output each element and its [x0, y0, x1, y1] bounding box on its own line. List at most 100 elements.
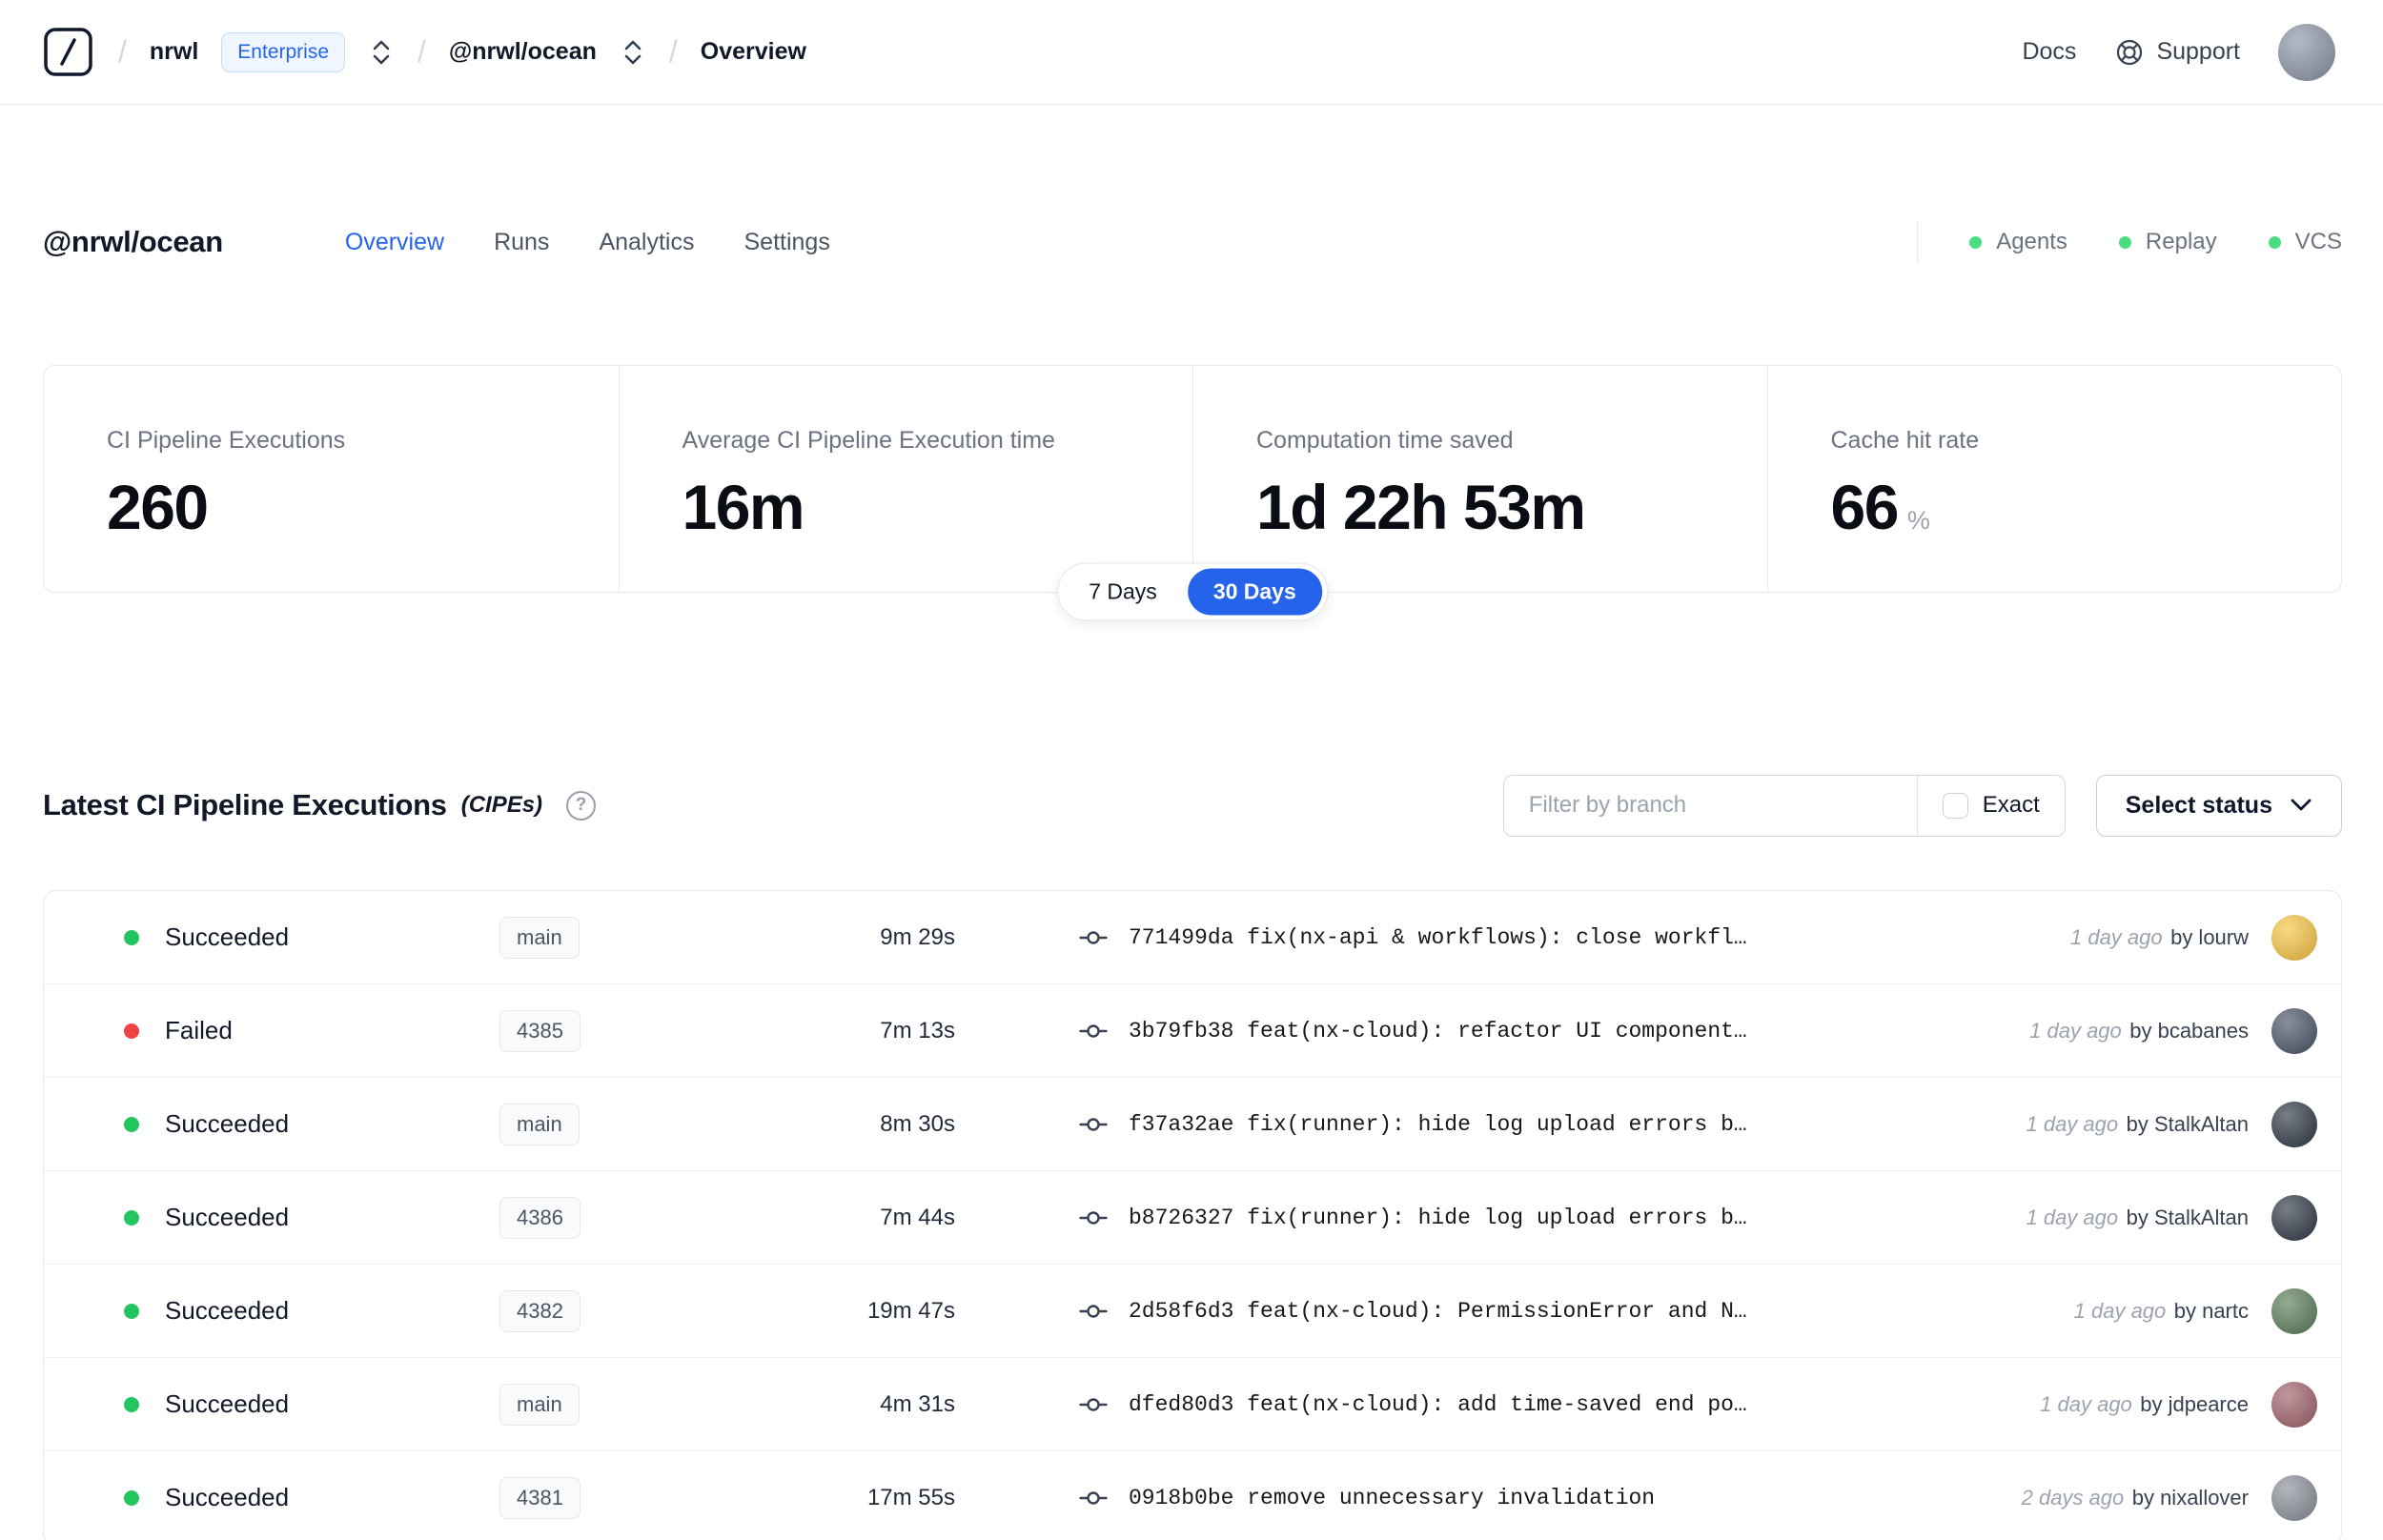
tab-runs[interactable]: Runs: [494, 229, 549, 256]
row-author: by lourw: [2170, 924, 2249, 949]
cipes-title: Latest CI Pipeline Executions: [43, 788, 447, 821]
branch-badge: main: [499, 1383, 580, 1426]
commit-text: 2d58f6d3 feat(nx-cloud): PermissionError…: [1129, 1298, 1747, 1324]
status-item-agents[interactable]: Agents: [1969, 229, 2067, 255]
row-time: 1 day ago: [2029, 1018, 2122, 1043]
row-time: 1 day ago: [2026, 1205, 2119, 1229]
git-commit-icon: [1079, 923, 1108, 952]
author-avatar[interactable]: [2271, 1474, 2317, 1521]
status-dot-icon: [124, 1023, 139, 1039]
author-avatar[interactable]: [2271, 1194, 2317, 1241]
cipes-header: Latest CI Pipeline Executions (CIPEs) ? …: [43, 774, 2342, 837]
enterprise-badge: Enterprise: [221, 31, 346, 72]
tab-overview[interactable]: Overview: [345, 229, 444, 256]
workspace-header: @nrwl/ocean Overview Runs Analytics Sett…: [43, 219, 2342, 265]
status-text: Succeeded: [165, 1389, 290, 1418]
docs-link[interactable]: Docs: [2022, 38, 2076, 66]
workspace-switcher-button[interactable]: [620, 35, 646, 70]
exact-label: Exact: [1982, 792, 2040, 818]
stat-card-cache-hit-rate: Cache hit rate 66%: [1766, 366, 2342, 592]
range-7-days-button[interactable]: 7 Days: [1063, 569, 1183, 616]
git-commit-icon: [1079, 1390, 1108, 1419]
help-icon[interactable]: ?: [566, 790, 597, 821]
branch-badge: 4381: [499, 1476, 580, 1519]
status-dot-icon: [124, 1209, 139, 1226]
status-dot-icon: [124, 1303, 139, 1319]
git-commit-icon: [1079, 1204, 1108, 1232]
green-dot-icon: [1969, 235, 1983, 249]
org-switcher-button[interactable]: [368, 35, 395, 70]
commit-text: dfed80d3 feat(nx-cloud): add time-saved …: [1129, 1391, 1747, 1417]
cipes-subtitle: (CIPEs): [460, 792, 543, 818]
breadcrumb-org[interactable]: nrwl: [150, 38, 198, 66]
topbar: / nrwl Enterprise / @nrwl/ocean / Overvi…: [0, 0, 2383, 105]
workspace-tabs: Overview Runs Analytics Settings: [345, 229, 830, 256]
row-author: by StalkAltan: [2126, 1205, 2249, 1229]
row-author: by bcabanes: [2129, 1018, 2249, 1043]
git-commit-icon: [1079, 1110, 1108, 1139]
table-row[interactable]: Succeeded main 4m 31s dfed80d3 feat(nx-c…: [44, 1358, 2341, 1451]
status-text: Succeeded: [165, 1203, 290, 1231]
status-dot-icon: [124, 929, 139, 945]
table-row[interactable]: Succeeded main 9m 29s 771499da fix(nx-ap…: [44, 891, 2341, 984]
status-item-vcs[interactable]: VCS: [2268, 229, 2342, 255]
branch-filter-input[interactable]: [1503, 775, 1917, 836]
status-dot-icon: [124, 1489, 139, 1506]
git-commit-icon: [1079, 1017, 1108, 1045]
status-text: Succeeded: [165, 1483, 290, 1511]
status-text: Succeeded: [165, 1296, 290, 1325]
duration: 8m 30s: [880, 1110, 955, 1137]
lifebuoy-icon: [2117, 39, 2143, 65]
row-time: 1 day ago: [2026, 1111, 2119, 1136]
user-avatar[interactable]: [2278, 23, 2335, 81]
status-text: Failed: [165, 1016, 233, 1044]
branch-badge: 4382: [499, 1289, 580, 1332]
status-text: Succeeded: [165, 1109, 290, 1138]
table-row[interactable]: Succeeded 4381 17m 55s 0918b0be remove u…: [44, 1451, 2341, 1540]
author-avatar[interactable]: [2271, 914, 2317, 961]
tab-analytics[interactable]: Analytics: [599, 229, 694, 256]
stat-card-executions: CI Pipeline Executions 260: [107, 427, 346, 542]
table-row[interactable]: Failed 4385 7m 13s 3b79fb38 feat(nx-clou…: [44, 984, 2341, 1078]
status-item-replay[interactable]: Replay: [2118, 229, 2217, 255]
duration: 4m 31s: [880, 1390, 955, 1417]
green-dot-icon: [2268, 235, 2281, 249]
duration: 17m 55s: [866, 1484, 955, 1510]
page-title: @nrwl/ocean: [43, 225, 223, 258]
author-avatar[interactable]: [2271, 1287, 2317, 1334]
tab-settings[interactable]: Settings: [743, 229, 829, 256]
date-range-toggle: 7 Days 30 Days: [1057, 562, 1328, 621]
breadcrumb-page: Overview: [700, 38, 806, 65]
author-avatar[interactable]: [2271, 1381, 2317, 1428]
author-avatar[interactable]: [2271, 1007, 2317, 1054]
chevron-up-down-icon: [373, 40, 390, 64]
status-dot-icon: [124, 1396, 139, 1412]
duration: 7m 13s: [880, 1017, 955, 1044]
main-content: @nrwl/ocean Overview Runs Analytics Sett…: [0, 219, 2383, 1540]
table-row[interactable]: Succeeded main 8m 30s f37a32ae fix(runne…: [44, 1078, 2341, 1171]
select-status-button[interactable]: Select status: [2095, 774, 2342, 837]
duration: 9m 29s: [880, 923, 955, 950]
green-dot-icon: [2118, 235, 2131, 249]
breadcrumb-separator: /: [418, 34, 426, 69]
branch-badge: 4386: [499, 1196, 580, 1239]
exact-checkbox[interactable]: [1942, 792, 1968, 819]
breadcrumb-workspace[interactable]: @nrwl/ocean: [449, 38, 597, 66]
status-dot-icon: [124, 1116, 139, 1132]
author-avatar[interactable]: [2271, 1101, 2317, 1147]
support-link[interactable]: Support: [2114, 37, 2240, 68]
table-row[interactable]: Succeeded 4382 19m 47s 2d58f6d3 feat(nx-…: [44, 1265, 2341, 1358]
range-30-days-button[interactable]: 30 Days: [1187, 568, 1322, 616]
git-commit-icon: [1079, 1484, 1108, 1512]
row-time: 1 day ago: [2040, 1391, 2132, 1416]
commit-text: 0918b0be remove unnecessary invalidation: [1129, 1485, 1656, 1510]
duration: 7m 44s: [880, 1204, 955, 1230]
feature-status-group: Agents Replay VCS: [1917, 220, 2342, 264]
branch-badge: 4385: [499, 1009, 580, 1052]
chevron-down-icon: [2291, 799, 2312, 811]
row-author: by nartc: [2173, 1298, 2249, 1323]
duration: 19m 47s: [866, 1297, 955, 1324]
row-author: by StalkAltan: [2126, 1111, 2249, 1136]
table-row[interactable]: Succeeded 4386 7m 44s b8726327 fix(runne…: [44, 1171, 2341, 1265]
nx-logo[interactable]: [41, 25, 95, 79]
